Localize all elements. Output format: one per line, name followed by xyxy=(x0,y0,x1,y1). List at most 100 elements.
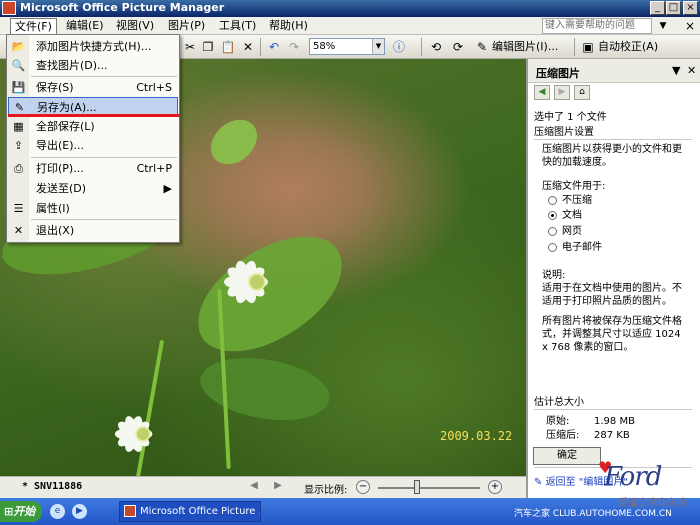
edit-picture-button[interactable]: 编辑图片(I)... xyxy=(492,39,558,55)
save-all-icon: ▦ xyxy=(13,120,24,133)
section-divider xyxy=(534,409,692,410)
menu-item-label: 保存(S) xyxy=(36,81,74,94)
menu-help[interactable]: 帮助(H) xyxy=(265,18,312,34)
estimate-heading: 估计总大小 xyxy=(534,397,584,408)
option-label: 电子邮件 xyxy=(562,242,602,253)
radio-email[interactable] xyxy=(548,243,557,252)
auto-correct-button[interactable]: 自动校正(A) xyxy=(598,39,658,55)
next-picture-icon[interactable]: ▶ xyxy=(272,480,284,491)
toolbar-separator xyxy=(260,38,261,56)
ford-club-watermark: ♥ Ford 爱福之家车友会 xyxy=(592,458,698,509)
zoom-in-icon[interactable]: + xyxy=(488,480,502,494)
menu-item-save[interactable]: 💾 保存(S) Ctrl+S xyxy=(8,78,178,97)
find-icon: 🔍 xyxy=(11,59,26,72)
menu-item-send-to[interactable]: 发送至(D) ▶ xyxy=(8,179,178,198)
title-bar: Microsoft Office Picture Manager _ □ × xyxy=(0,0,700,17)
radio-documents[interactable] xyxy=(548,211,557,220)
task-pane-header: 压缩图片 ▼ ✕ xyxy=(528,59,700,83)
zoom-select[interactable]: 58% ▼ xyxy=(309,38,385,55)
start-label: 开始 xyxy=(13,505,36,518)
compressed-size-label: 压缩后: xyxy=(546,430,580,441)
zoom-value: 58% xyxy=(313,41,336,52)
note-line-2: 式，并调整其尺寸以适应 1024 xyxy=(542,329,681,340)
maximize-button[interactable]: □ xyxy=(666,1,681,15)
home-icon[interactable]: ⌂ xyxy=(574,85,590,100)
note-line-1: 所有图片将被保存为压缩文件格 xyxy=(542,316,682,327)
compressed-size-value: 287 KB xyxy=(594,430,630,441)
start-button[interactable]: ⊞开始 xyxy=(0,501,42,522)
help-icon[interactable]: ⓘ xyxy=(391,39,407,55)
close-button[interactable]: × xyxy=(683,1,698,15)
back-icon[interactable]: ◀ xyxy=(534,85,550,100)
menu-separator xyxy=(31,76,177,77)
menu-item-exit[interactable]: ✕ 退出(X) xyxy=(8,221,178,240)
menu-item-label: 查找图片(D)... xyxy=(36,59,108,72)
task-pane-title: 压缩图片 xyxy=(536,67,580,80)
ok-button[interactable]: 确定 xyxy=(533,447,601,465)
windows-logo-icon: ⊞ xyxy=(4,505,14,518)
paste-icon[interactable]: 📋 xyxy=(220,39,236,55)
option-label: 网页 xyxy=(562,226,582,237)
chevron-down-icon[interactable]: ▼ xyxy=(656,18,670,34)
toolbar-separator xyxy=(574,38,575,56)
menu-item-print[interactable]: ⎙ 打印(P)... Ctrl+P xyxy=(8,159,178,178)
menu-tools[interactable]: 工具(T) xyxy=(215,18,260,34)
zoom-out-icon[interactable]: − xyxy=(356,480,370,494)
menu-item-save-all[interactable]: ▦ 全部保存(L) xyxy=(8,117,178,136)
pane-close-icon[interactable]: ✕ xyxy=(687,64,696,77)
chevron-down-icon: ▼ xyxy=(372,39,384,54)
radio-no-compression[interactable] xyxy=(548,196,557,205)
folder-add-icon: 📂 xyxy=(11,40,26,53)
copy-icon[interactable]: ❐ xyxy=(200,39,216,55)
menu-picture[interactable]: 图片(P) xyxy=(164,18,209,34)
menu-view[interactable]: 视图(V) xyxy=(112,18,158,34)
rotate-right-icon[interactable]: ⟳ xyxy=(450,39,466,55)
menu-item-find-pictures[interactable]: 🔍 查找图片(D)... xyxy=(8,56,178,75)
taskbar-picture-manager[interactable]: Microsoft Office Picture ... xyxy=(119,501,261,522)
previous-picture-icon[interactable]: ◀ xyxy=(248,480,260,491)
zoom-slider[interactable] xyxy=(378,487,480,489)
bud-shape xyxy=(204,110,264,174)
menu-separator xyxy=(31,157,177,158)
minimize-button[interactable]: _ xyxy=(650,1,665,15)
menu-item-label: 退出(X) xyxy=(36,224,75,237)
menu-item-label: 导出(E)... xyxy=(36,139,85,152)
menu-item-label: 全部保存(L) xyxy=(36,120,95,133)
help-search-input[interactable]: 键入需要帮助的问题 xyxy=(542,18,652,34)
media-player-icon[interactable]: ▶ xyxy=(72,504,87,519)
menu-item-add-shortcut[interactable]: 📂 添加图片快捷方式(H)... xyxy=(8,37,178,56)
menu-item-shortcut: Ctrl+P xyxy=(136,162,172,175)
selection-count: 选中了 1 个文件 xyxy=(534,112,607,123)
undo-icon[interactable]: ↶ xyxy=(266,39,282,55)
club-slogan: 爱福之家车友会 xyxy=(618,498,688,509)
rotate-left-icon[interactable]: ⟲ xyxy=(428,39,444,55)
original-size-value: 1.98 MB xyxy=(594,416,635,427)
explain-label: 说明: xyxy=(542,270,566,281)
menu-file[interactable]: 文件(F) xyxy=(10,18,57,34)
annotation-red-underline xyxy=(8,114,180,117)
menu-item-properties[interactable]: ☰ 属性(I) xyxy=(8,199,178,218)
close-icon[interactable]: × xyxy=(684,18,696,34)
internet-explorer-icon[interactable]: e xyxy=(50,504,65,519)
original-size-label: 原始: xyxy=(546,416,570,427)
edit-picture-icon: ✎ xyxy=(534,477,546,488)
explain-line-1: 适用于在文档中使用的图片。不 xyxy=(542,283,682,294)
compress-pictures-task-pane: 压缩图片 ▼ ✕ ◀ ▶ ⌂ 选中了 1 个文件 压缩图片设置 压缩图片以获得更… xyxy=(526,59,700,498)
cut-icon[interactable]: ✂ xyxy=(182,39,198,55)
menu-edit[interactable]: 编辑(E) xyxy=(62,18,108,34)
redo-icon[interactable]: ↷ xyxy=(286,39,302,55)
option-label: 不压缩 xyxy=(562,195,592,206)
forward-icon[interactable]: ▶ xyxy=(554,85,570,100)
zoom-slider-thumb[interactable] xyxy=(413,480,420,494)
pane-menu-icon[interactable]: ▼ xyxy=(672,64,680,77)
radio-web-pages[interactable] xyxy=(548,227,557,236)
save-as-icon: ✎ xyxy=(14,101,25,114)
current-filename: * SNV11886 xyxy=(22,481,83,492)
menu-item-label: 属性(I) xyxy=(36,202,70,215)
exit-icon: ✕ xyxy=(13,224,24,237)
delete-icon[interactable]: ✕ xyxy=(240,39,256,55)
menu-separator xyxy=(31,219,177,220)
menu-bar: 文件(F) 编辑(E) 视图(V) 图片(P) 工具(T) 帮助(H) 键入需要… xyxy=(0,17,700,35)
edit-picture-icon: ✎ xyxy=(476,40,488,54)
menu-item-export[interactable]: ⇪ 导出(E)... xyxy=(8,136,178,155)
